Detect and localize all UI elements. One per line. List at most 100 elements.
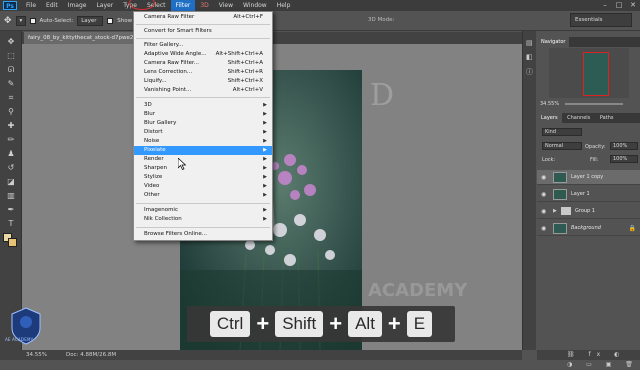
eraser-tool-icon[interactable]: ◪: [5, 177, 17, 187]
submenu-arrow-icon: ▶: [263, 207, 267, 213]
menu-item-vanishing-point[interactable]: Vanishing Point... Alt+Ctrl+V: [134, 86, 272, 95]
fill-input[interactable]: 100%: [610, 155, 638, 163]
brush-tool-icon[interactable]: ✏: [5, 135, 17, 145]
menu-item-3d[interactable]: 3D ▶: [134, 101, 272, 110]
show-transform-checkbox[interactable]: [107, 17, 114, 24]
tool-preset-picker[interactable]: ▾: [15, 15, 26, 26]
navigator-thumbnail[interactable]: [583, 52, 609, 96]
lasso-tool-icon[interactable]: ᘏ: [5, 65, 17, 75]
menu-item-render[interactable]: Render ▶: [134, 155, 272, 164]
menu-filter[interactable]: Filter: [170, 0, 196, 11]
move-tool-icon[interactable]: ✥: [5, 37, 17, 47]
tab-paths[interactable]: Paths: [596, 113, 618, 123]
document-tab[interactable]: fairy_08_by_kittythecat_stock-d7pwe2i.jp…: [24, 32, 142, 44]
crop-tool-icon[interactable]: ⌗: [5, 93, 17, 103]
layer-name: Layer 1: [571, 191, 590, 197]
zoom-level[interactable]: 34.55%: [26, 350, 47, 360]
menu-item-pixelate[interactable]: Pixelate ▶: [134, 146, 272, 156]
auto-select-label: Auto-Select:: [39, 17, 74, 24]
move-tool-icon[interactable]: ✥: [4, 16, 12, 26]
menu-item-video[interactable]: Video ▶: [134, 182, 272, 191]
layer-name: Group 1: [575, 208, 595, 214]
navigator-zoom[interactable]: 34.55%: [540, 101, 559, 107]
menu-layer[interactable]: Layer: [91, 0, 118, 11]
watermark-letter-d: D: [370, 78, 395, 113]
marquee-tool-icon[interactable]: ⬚: [5, 51, 17, 61]
menu-item-blur-gallery[interactable]: Blur Gallery ▶: [134, 119, 272, 128]
visibility-eye-icon[interactable]: ◉: [541, 187, 546, 202]
expand-group-icon[interactable]: ▶: [553, 204, 557, 219]
menu-help[interactable]: Help: [272, 0, 296, 11]
properties-panel-icon[interactable]: ◧: [526, 53, 533, 61]
eyedropper-tool-icon[interactable]: ⚲: [5, 107, 17, 117]
healing-tool-icon[interactable]: ✚: [5, 121, 17, 131]
menu-view[interactable]: View: [214, 0, 238, 11]
submenu-arrow-icon: ▶: [263, 129, 267, 135]
menu-3d[interactable]: 3D: [195, 0, 213, 11]
menu-item-nik-collection[interactable]: Nik Collection ▶: [134, 215, 272, 224]
menu-item-stylize[interactable]: Stylize ▶: [134, 173, 272, 182]
tab-layers[interactable]: Layers: [537, 113, 562, 123]
submenu-arrow-icon: ▶: [263, 147, 267, 153]
opacity-label: Opacity:: [585, 144, 606, 150]
menu-item-imagenomic[interactable]: Imagenomic ▶: [134, 206, 272, 215]
menu-item-lens-correction[interactable]: Lens Correction... Shift+Ctrl+R: [134, 68, 272, 77]
auto-select-dropdown[interactable]: Layer: [77, 15, 104, 26]
gradient-tool-icon[interactable]: ▥: [5, 191, 17, 201]
auto-select-checkbox[interactable]: [29, 17, 36, 24]
menu-item-blur[interactable]: Blur ▶: [134, 110, 272, 119]
key-e: E: [406, 311, 433, 337]
plus-sign: +: [329, 311, 343, 336]
menu-item-other[interactable]: Other ▶: [134, 191, 272, 200]
menu-item-distort[interactable]: Distort ▶: [134, 128, 272, 137]
menu-file[interactable]: File: [21, 0, 41, 11]
close-button[interactable]: ✕: [626, 0, 640, 11]
menu-item-convert-smart-filters[interactable]: Convert for Smart Filters: [134, 27, 272, 36]
layer-row[interactable]: ◉ Layer 1: [537, 187, 640, 202]
type-tool-icon[interactable]: T: [5, 219, 17, 229]
pen-tool-icon[interactable]: ✒: [5, 205, 17, 215]
opacity-input[interactable]: 100%: [610, 142, 638, 150]
stamp-tool-icon[interactable]: ♟: [5, 149, 17, 159]
navigator-zoom-slider[interactable]: [565, 103, 623, 105]
workspace-dropdown[interactable]: Essentials: [570, 13, 632, 27]
submenu-arrow-icon: ▶: [263, 174, 267, 180]
submenu-arrow-icon: ▶: [263, 138, 267, 144]
tools-panel: ✥ ⬚ ᘏ ✎ ⌗ ⚲ ✚ ✏ ♟ ↺ ◪ ▥ ✒ T: [0, 31, 22, 350]
menu-item-filter-gallery[interactable]: Filter Gallery...: [134, 41, 272, 50]
history-panel-icon[interactable]: ▤: [526, 39, 533, 47]
visibility-eye-icon[interactable]: ◉: [541, 221, 546, 236]
minimize-button[interactable]: –: [598, 0, 612, 11]
blend-mode-dropdown[interactable]: Normal: [542, 142, 582, 150]
layer-row[interactable]: ◉ Background 🔒: [537, 221, 640, 236]
tab-navigator[interactable]: Navigator: [537, 37, 570, 47]
history-brush-tool-icon[interactable]: ↺: [5, 163, 17, 173]
visibility-eye-icon[interactable]: ◉: [541, 204, 546, 219]
tab-channels[interactable]: Channels: [563, 113, 594, 123]
info-panel-icon[interactable]: ⓘ: [526, 67, 533, 77]
menu-item-camera-raw-filter[interactable]: Camera Raw Filter... Shift+Ctrl+A: [134, 59, 272, 68]
menu-separator: [136, 24, 270, 25]
menu-item-browse-filters-online[interactable]: Browse Filters Online...: [134, 230, 272, 239]
threed-mode-label: 3D Mode:: [368, 17, 395, 23]
submenu-arrow-icon: ▶: [263, 165, 267, 171]
menu-item-sharpen[interactable]: Sharpen ▶: [134, 164, 272, 173]
quick-select-tool-icon[interactable]: ✎: [5, 79, 17, 89]
menu-item-liquify[interactable]: Liquify... Shift+Ctrl+X: [134, 77, 272, 86]
keyboard-shortcut-overlay: Ctrl + Shift + Alt + E: [187, 306, 455, 342]
layers-footer-icons[interactable]: ⛓ fx ◐ ◑ ▭ ▣ 🗑: [537, 350, 640, 368]
menu-item-adaptive-wide-angle[interactable]: Adaptive Wide Angle... Alt+Shift+Ctrl+A: [134, 50, 272, 59]
visibility-eye-icon[interactable]: ◉: [541, 170, 546, 185]
menu-edit[interactable]: Edit: [41, 0, 63, 11]
menu-window[interactable]: Window: [238, 0, 272, 11]
menu-separator: [136, 38, 270, 39]
menu-item-camera-raw-filter-last[interactable]: Camera Raw Filter Alt+Ctrl+F: [134, 13, 272, 22]
menu-image[interactable]: Image: [63, 0, 92, 11]
mouse-cursor-icon: [178, 158, 186, 170]
menu-item-noise[interactable]: Noise ▶: [134, 137, 272, 146]
layer-row[interactable]: ◉ Layer 1 copy: [537, 170, 640, 185]
maximize-button[interactable]: □: [612, 0, 626, 11]
background-color-swatch[interactable]: [8, 238, 17, 247]
layer-filter-kind[interactable]: Kind: [542, 128, 582, 136]
layer-row[interactable]: ◉ ▶ Group 1: [537, 204, 640, 219]
